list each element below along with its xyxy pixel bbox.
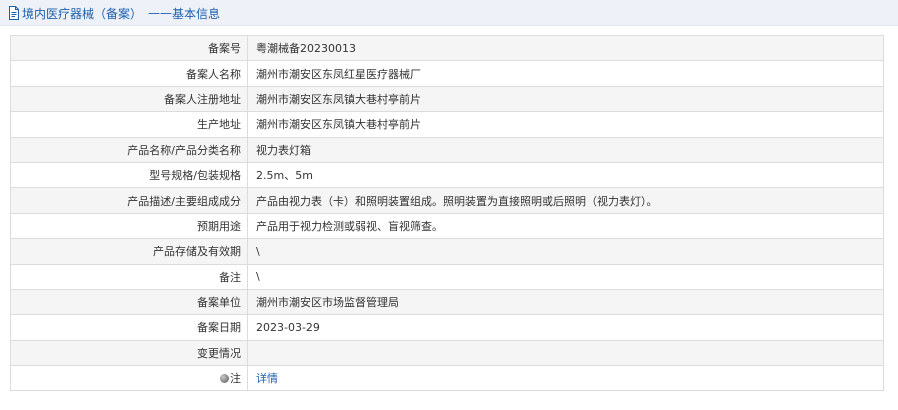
- row-label: 生产地址: [10, 111, 248, 138]
- row-value: 产品用于视力检测或弱视、盲视筛查。: [247, 212, 884, 240]
- row-label: 备案人注册地址: [10, 85, 248, 113]
- row-value: 潮州市潮安区东凤镇大巷村亭前片: [247, 111, 884, 138]
- page: 境内医疗器械（备案） —— 基本信息 备案号 粤潮械备20230013 备案人名称潮…: [0, 0, 898, 410]
- table-row: 备案人名称 潮州市潮安区东凤红星医疗器械厂: [10, 60, 884, 87]
- table-row: 型号规格/包装规格 2.5m、5m: [10, 161, 884, 189]
- row-label: 产品存储及有效期: [10, 238, 248, 265]
- row-value: 粤潮械备20230013: [247, 34, 884, 62]
- table-row: 预期用途 产品用于视力检测或弱视、盲视筛查。: [10, 212, 884, 240]
- detail-link[interactable]: 详情: [256, 372, 278, 385]
- table-row: 备案号 粤潮械备20230013: [10, 34, 884, 62]
- row-label: 型号规格/包装规格: [10, 161, 248, 189]
- table-row: 备注 \: [10, 263, 884, 290]
- row-value: 潮州市潮安区市场监督管理局: [247, 288, 884, 316]
- note-label-cell: 注: [10, 365, 248, 392]
- note-label: 注: [230, 372, 241, 386]
- row-value: 产品由视力表（卡）和照明装置组成。照明装置为直接照明或后照明（视力表灯）。: [247, 187, 884, 214]
- page-header: 境内医疗器械（备案） —— 基本信息: [0, 0, 898, 26]
- table-row: 备案人注册地址 潮州市潮安区东凤镇大巷村亭前片: [10, 85, 884, 113]
- row-label: 预期用途: [10, 212, 248, 240]
- row-label: 备案人名称: [10, 60, 248, 87]
- table-row: 生产地址 潮州市潮安区东凤镇大巷村亭前片: [10, 111, 884, 138]
- table-row: 变更情况: [10, 339, 884, 367]
- row-value: 视力表灯箱: [247, 136, 884, 163]
- row-label: 备案号: [10, 34, 248, 62]
- row-label: 备案单位: [10, 288, 248, 316]
- document-icon: [8, 6, 20, 20]
- row-label: 备案日期: [10, 314, 248, 341]
- row-label: 变更情况: [10, 339, 248, 367]
- table-row: 产品描述/主要组成成分 产品由视力表（卡）和照明装置组成。照明装置为直接照明或后照…: [10, 187, 884, 214]
- header-title: 境内医疗器械（备案）: [22, 6, 143, 21]
- table-row: 产品名称/产品分类名称 视力表灯箱: [10, 136, 884, 163]
- note-row: 注 详情: [10, 365, 884, 392]
- header-separator: ——: [148, 6, 173, 20]
- header-title-bar: 境内医疗器械（备案） —— 基本信息: [8, 5, 220, 21]
- row-value: 2023-03-29: [247, 314, 884, 341]
- note-value-cell: 详情: [247, 365, 884, 392]
- table-row: 备案单位 潮州市潮安区市场监督管理局: [10, 288, 884, 316]
- table-row: 产品存储及有效期 \: [10, 238, 884, 265]
- row-label: 产品名称/产品分类名称: [10, 136, 248, 163]
- info-table: 备案号 粤潮械备20230013 备案人名称 潮州市潮安区东凤红星医疗器械厂 备案人注册…: [10, 34, 884, 392]
- row-value: \: [247, 238, 884, 265]
- row-value: \: [247, 263, 884, 290]
- row-value: 潮州市潮安区东凤镇大巷村亭前片: [247, 85, 884, 113]
- table-row: 备案日期 2023-03-29: [10, 314, 884, 341]
- header-subtitle: 基本信息: [172, 6, 221, 21]
- note-bullet-icon: [220, 374, 229, 384]
- row-value: 2.5m、5m: [247, 161, 884, 189]
- row-value: 潮州市潮安区东凤红星医疗器械厂: [247, 60, 884, 87]
- row-label: 产品描述/主要组成成分: [10, 187, 248, 214]
- row-value: [247, 339, 884, 367]
- row-label: 备注: [10, 263, 248, 290]
